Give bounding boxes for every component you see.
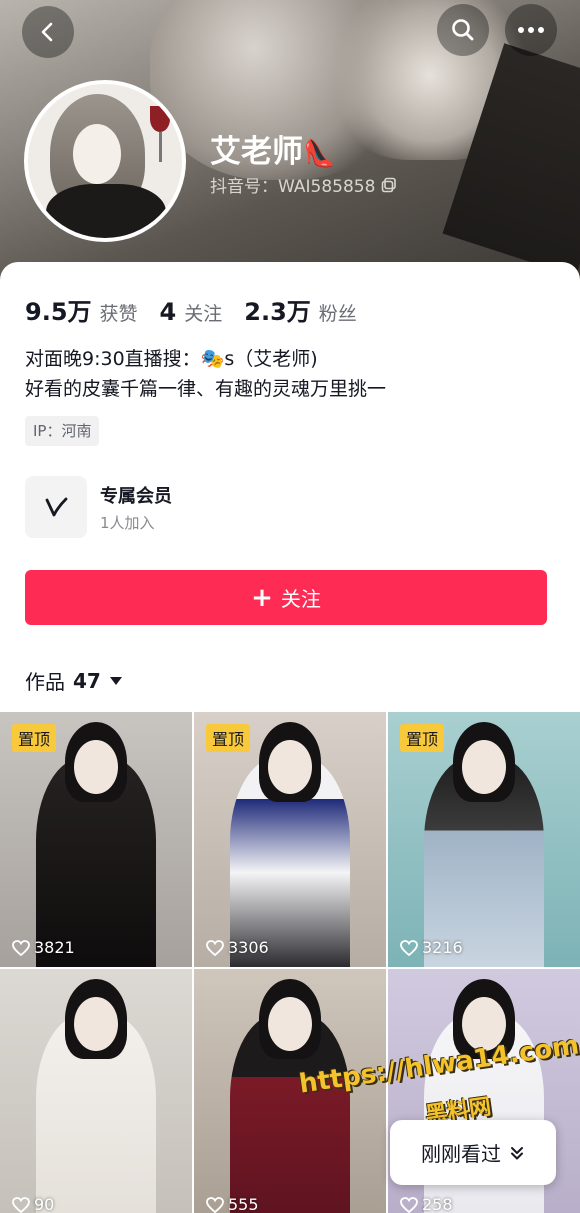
like-count-text: 3216	[422, 938, 463, 957]
following-label[interactable]: 关注	[184, 299, 222, 326]
exclusive-member-entry[interactable]: 专属会员 1人加入	[25, 476, 545, 538]
high-heel-emoji: 👠	[303, 139, 336, 169]
more-button[interactable]	[505, 4, 557, 56]
chevron-left-icon	[41, 22, 53, 42]
bio-line: 好看的皮囊千篇一律、有趣的灵魂万里挑一	[25, 378, 387, 400]
like-count-text: 90	[34, 1195, 55, 1213]
heart-outline-icon	[206, 1196, 224, 1213]
works-tab[interactable]: 作品 47	[25, 666, 123, 695]
like-count: 3306	[206, 938, 269, 957]
pinned-badge: 置顶	[206, 724, 251, 752]
following-count[interactable]: 4	[160, 298, 177, 326]
nickname: 艾老师👠	[210, 126, 335, 171]
works-label: 作品	[25, 670, 65, 694]
like-count: 258	[400, 1195, 453, 1213]
heart-outline-icon	[206, 939, 224, 956]
like-count: 3821	[12, 938, 75, 957]
likes-count: 9.5万	[25, 298, 92, 326]
heart-outline-icon	[400, 939, 418, 956]
works-count: 47	[73, 668, 101, 693]
recently-viewed-button[interactable]: 刚刚看过	[390, 1120, 556, 1185]
stats-row: 9.5万 获赞 4 关注 2.3万 粉丝	[25, 292, 379, 327]
followers-count[interactable]: 2.3万	[244, 292, 311, 327]
ip-location-tag: IP：河南	[25, 416, 100, 446]
video-tile[interactable]: 置顶 3216	[388, 712, 580, 967]
double-chevron-down-icon	[511, 1146, 523, 1159]
plus-icon: +	[251, 582, 273, 613]
like-count: 3216	[400, 938, 463, 957]
heart-outline-icon	[12, 1196, 30, 1213]
like-count-text: 3306	[228, 938, 269, 957]
search-icon	[452, 19, 474, 41]
pinned-badge: 置顶	[400, 724, 445, 752]
bio: 对面晚9:30直播搜：🎭s（艾老师) 好看的皮囊千篇一律、有趣的灵魂万里挑一	[25, 344, 386, 404]
video-tile[interactable]: 90	[0, 969, 192, 1213]
like-count-text: 555	[228, 1195, 259, 1213]
back-button[interactable]	[22, 6, 74, 58]
douyin-id-text: 抖音号：WAI585858	[210, 177, 376, 197]
follow-label: 关注	[280, 587, 321, 611]
like-count-text: 3821	[34, 938, 75, 957]
copy-icon[interactable]	[381, 177, 397, 193]
pinned-badge: 置顶	[12, 724, 57, 752]
recently-viewed-label: 刚刚看过	[421, 1142, 501, 1166]
v-logo-icon	[45, 497, 68, 517]
caret-down-icon[interactable]	[109, 676, 123, 686]
search-button[interactable]	[437, 4, 489, 56]
video-tile[interactable]: 置顶 3306	[194, 712, 386, 967]
like-count: 90	[12, 1195, 54, 1213]
video-tile[interactable]: 置顶 3821	[0, 712, 192, 967]
nickname-text: 艾老师	[210, 134, 303, 170]
heart-outline-icon	[12, 939, 30, 956]
like-count-text: 258	[422, 1195, 453, 1213]
follow-button[interactable]: + 关注	[25, 570, 547, 625]
member-title: 专属会员	[100, 486, 172, 507]
member-icon	[25, 476, 87, 538]
likes-label: 获赞	[99, 303, 138, 325]
member-subtitle: 1人加入	[100, 514, 155, 532]
avatar[interactable]	[24, 80, 186, 242]
more-dots-icon	[518, 27, 544, 33]
heart-outline-icon	[400, 1196, 418, 1213]
douyin-id[interactable]: 抖音号：WAI585858	[210, 172, 397, 197]
bio-line: 对面晚9:30直播搜：🎭s（艾老师)	[25, 348, 318, 370]
followers-label[interactable]: 粉丝	[319, 299, 357, 326]
like-count: 555	[206, 1195, 259, 1213]
